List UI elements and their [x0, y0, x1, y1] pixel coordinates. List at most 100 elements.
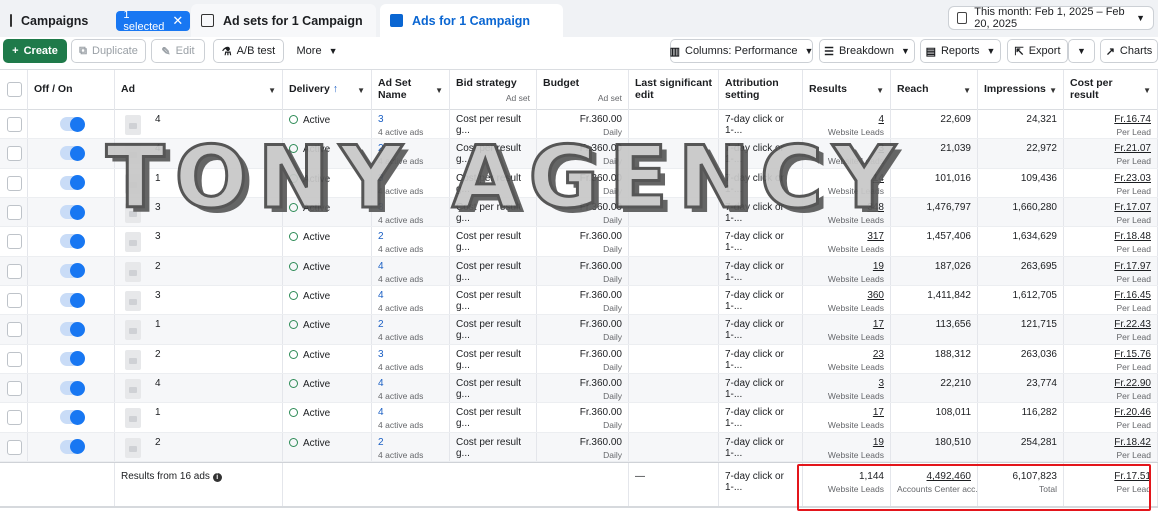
- col-delivery[interactable]: Delivery ↑ ▼: [283, 70, 372, 110]
- col-attribution[interactable]: Attribution setting: [719, 70, 803, 110]
- more-button[interactable]: More ▼: [290, 39, 344, 63]
- adset-link[interactable]: 4: [378, 407, 384, 418]
- ad-cell[interactable]: 1: [115, 403, 283, 432]
- ad-name[interactable]: 2: [155, 261, 161, 272]
- on-off-toggle[interactable]: [60, 292, 85, 308]
- row-checkbox[interactable]: [7, 205, 22, 220]
- ad-name[interactable]: 1: [155, 173, 161, 184]
- results-value[interactable]: 19: [873, 261, 884, 272]
- cost-value[interactable]: Fr.17.97: [1114, 261, 1151, 272]
- results-value[interactable]: 360: [867, 290, 884, 301]
- row-checkbox[interactable]: [7, 175, 22, 191]
- row-checkbox[interactable]: [7, 263, 22, 279]
- ad-name[interactable]: 4: [155, 143, 161, 154]
- row-checkbox[interactable]: [7, 234, 22, 250]
- adset-link[interactable]: 2: [378, 319, 384, 330]
- ad-name[interactable]: 3: [155, 231, 161, 242]
- results-value[interactable]: 3: [878, 143, 884, 154]
- selected-badge[interactable]: 1 selected ✕: [116, 9, 191, 33]
- ad-cell[interactable]: 4: [115, 110, 283, 139]
- cost-value[interactable]: Fr.21.07: [1114, 143, 1151, 154]
- table-row[interactable]: 3 Active 4 4 active ads Cost per result g...…: [0, 286, 1158, 316]
- create-button[interactable]: + Create: [3, 39, 67, 63]
- cost-value[interactable]: Fr.17.07: [1114, 202, 1151, 213]
- cost-value[interactable]: Fr.16.74: [1114, 114, 1151, 125]
- ad-name[interactable]: 3: [155, 202, 161, 213]
- ad-name[interactable]: 2: [155, 437, 161, 448]
- columns-button[interactable]: ▥ Columns: Performance ▼: [670, 39, 813, 63]
- chevron-down-icon[interactable]: ▼: [357, 85, 365, 97]
- adset-link[interactable]: 4: [378, 378, 384, 389]
- chevron-down-icon[interactable]: ▼: [1143, 85, 1151, 97]
- col-results[interactable]: Results ▼: [803, 70, 891, 110]
- adset-link[interactable]: 4: [378, 261, 384, 272]
- ad-name[interactable]: 3: [155, 290, 161, 301]
- tab-campaigns[interactable]: Campaigns 1 selected ✕: [0, 4, 191, 37]
- cost-value[interactable]: Fr.18.48: [1114, 231, 1151, 242]
- results-value[interactable]: 14: [873, 173, 884, 184]
- col-impressions[interactable]: Impressions ▼: [978, 70, 1064, 110]
- on-off-toggle[interactable]: [60, 175, 85, 191]
- results-value[interactable]: 17: [873, 319, 884, 330]
- adset-link[interactable]: 4: [378, 290, 384, 301]
- chevron-down-icon[interactable]: ▼: [435, 85, 443, 97]
- ad-name[interactable]: 2: [155, 349, 161, 360]
- cost-value[interactable]: Fr.15.76: [1114, 349, 1151, 360]
- clear-selection-icon[interactable]: ✕: [172, 14, 183, 27]
- ad-cell[interactable]: 2: [115, 344, 283, 373]
- select-all-checkbox[interactable]: [7, 82, 22, 97]
- adset-link[interactable]: 3: [378, 202, 384, 213]
- ad-cell[interactable]: 1: [115, 315, 283, 344]
- on-off-toggle[interactable]: [60, 233, 85, 249]
- on-off-toggle[interactable]: [60, 204, 85, 220]
- col-reach[interactable]: Reach ▼: [891, 70, 978, 110]
- ad-name[interactable]: 4: [155, 114, 161, 125]
- chevron-down-icon[interactable]: ▼: [268, 85, 276, 97]
- results-value[interactable]: 17: [873, 407, 884, 418]
- on-off-toggle[interactable]: [60, 439, 85, 455]
- cost-value[interactable]: Fr.20.46: [1114, 407, 1151, 418]
- table-row[interactable]: 1 Active 2 4 active ads Cost per result g...…: [0, 315, 1158, 345]
- on-off-toggle[interactable]: [60, 263, 85, 279]
- charts-button[interactable]: ↗ Charts: [1100, 39, 1158, 63]
- adset-link[interactable]: 3: [378, 114, 384, 125]
- results-value[interactable]: 4: [878, 114, 884, 125]
- cost-value[interactable]: Fr.23.03: [1114, 173, 1151, 184]
- results-value[interactable]: 3: [878, 378, 884, 389]
- reports-button[interactable]: ▤ Reports ▼: [920, 39, 1001, 63]
- chevron-down-icon[interactable]: ▼: [963, 85, 971, 97]
- table-row[interactable]: 2 Active 3 4 active ads Cost per result g...…: [0, 344, 1158, 374]
- col-bid-strategy[interactable]: Bid strategy Ad set: [450, 70, 537, 110]
- col-budget[interactable]: Budget Ad set: [537, 70, 629, 110]
- info-icon[interactable]: i: [212, 473, 222, 482]
- table-row[interactable]: 4 Active 2 4 active ads Cost per result g...…: [0, 139, 1158, 169]
- col-adset-name[interactable]: Ad Set Name ▼: [372, 70, 450, 110]
- col-last-edit[interactable]: Last significant edit: [629, 70, 719, 110]
- table-row[interactable]: 3 Active 2 4 active ads Cost per result g...…: [0, 227, 1158, 257]
- adset-link[interactable]: 2: [378, 143, 384, 154]
- table-row[interactable]: 2 Active 2 4 active ads Cost per result g...…: [0, 432, 1158, 462]
- row-checkbox[interactable]: [7, 293, 22, 308]
- edit-button[interactable]: ✎ Edit: [151, 39, 205, 63]
- adset-link[interactable]: 3: [378, 173, 384, 184]
- results-value[interactable]: 23: [873, 349, 884, 360]
- chevron-down-icon[interactable]: ▼: [876, 85, 884, 97]
- export-button[interactable]: ⇱ Export: [1007, 39, 1068, 63]
- ad-cell[interactable]: 4: [115, 139, 283, 168]
- on-off-toggle[interactable]: [60, 351, 85, 367]
- cost-value[interactable]: Fr.22.90: [1114, 378, 1151, 389]
- duplicate-button[interactable]: ⧉ Duplicate: [71, 39, 146, 63]
- row-checkbox[interactable]: [7, 381, 22, 396]
- table-row[interactable]: 1 Active 3 4 active ads Cost per result g...…: [0, 168, 1158, 198]
- row-checkbox[interactable]: [7, 351, 22, 367]
- on-off-toggle[interactable]: [60, 380, 85, 396]
- on-off-toggle[interactable]: [60, 145, 85, 161]
- row-checkbox[interactable]: [7, 117, 22, 132]
- cost-value[interactable]: Fr.18.42: [1114, 437, 1151, 448]
- ad-name[interactable]: 1: [155, 407, 161, 418]
- results-value[interactable]: 19: [873, 437, 884, 448]
- tab-adsets[interactable]: Ad sets for 1 Campaign: [191, 4, 376, 37]
- ad-name[interactable]: 1: [155, 319, 161, 330]
- date-range-picker[interactable]: This month: Feb 1, 2025 – Feb 20, 2025 ▼: [948, 6, 1154, 30]
- on-off-toggle[interactable]: [60, 321, 85, 337]
